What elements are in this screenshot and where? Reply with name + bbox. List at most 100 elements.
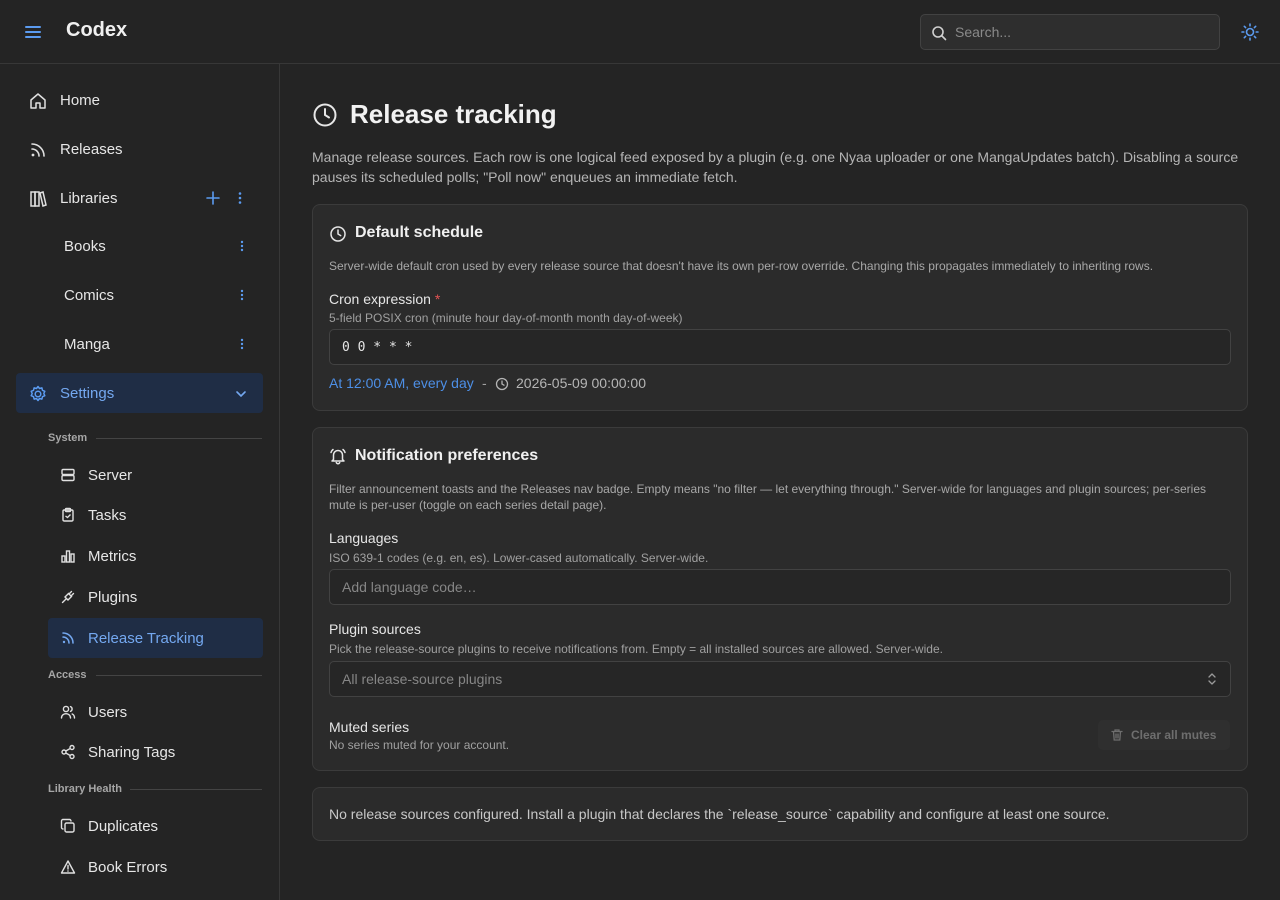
select-placeholder: All release-source plugins — [342, 671, 503, 687]
plugin-sources-label: Plugin sources — [329, 621, 421, 637]
sidebar: Home Releases Libraries Books Comics Man… — [0, 64, 280, 900]
card-title: Default schedule — [355, 224, 484, 241]
cron-input[interactable] — [329, 329, 1231, 365]
settings-item-server[interactable]: Server — [48, 455, 263, 495]
page-description: Manage release sources. Each row is one … — [312, 149, 1239, 185]
copy-icon — [60, 818, 76, 834]
settings-item-tasks[interactable]: Tasks — [48, 495, 263, 535]
settings-item-book-errors[interactable]: Book Errors — [48, 847, 263, 887]
library-item-manga[interactable]: Manga — [48, 324, 263, 364]
gear-icon — [28, 384, 48, 404]
settings-item-metrics[interactable]: Metrics — [48, 536, 263, 576]
library-label: Books — [64, 238, 106, 255]
settings-item-label: Plugins — [88, 589, 138, 606]
settings-item-label: Tasks — [88, 507, 127, 524]
cron-human-readable: At 12:00 AM, every day — [329, 375, 474, 391]
cron-separator: - — [482, 375, 487, 391]
kebab-menu-icon[interactable] — [234, 336, 250, 352]
rss-icon — [60, 630, 76, 646]
sidebar-item-home[interactable]: Home — [16, 80, 263, 120]
menu-icon[interactable] — [22, 21, 44, 43]
plug-icon — [60, 589, 76, 605]
settings-item-label: Server — [88, 467, 133, 484]
settings-item-label: Metrics — [88, 548, 137, 565]
search-input[interactable] — [955, 15, 1215, 49]
settings-item-label: Duplicates — [88, 818, 159, 835]
settings-item-label: Book Errors — [88, 859, 168, 876]
divider — [96, 438, 262, 439]
sidebar-item-label: Home — [60, 92, 101, 109]
library-item-comics[interactable]: Comics — [48, 275, 263, 315]
muted-series-label: Muted series — [329, 719, 410, 735]
settings-item-label: Sharing Tags — [88, 744, 176, 761]
app-title: Codex — [66, 19, 128, 41]
warning-icon — [60, 859, 76, 875]
next-run-time: 2026-05-09 00:00:00 — [516, 375, 646, 391]
sidebar-item-label: Libraries — [60, 190, 118, 207]
sidebar-item-label: Settings — [60, 385, 115, 402]
cron-label: Cron expression * — [329, 291, 441, 307]
trash-icon — [1110, 728, 1124, 742]
kebab-menu-icon[interactable] — [234, 238, 250, 254]
divider — [96, 675, 262, 676]
settings-item-duplicates[interactable]: Duplicates — [48, 806, 263, 846]
library-label: Manga — [64, 336, 110, 353]
settings-item-label: Users — [88, 704, 128, 721]
language-input[interactable] — [329, 569, 1231, 605]
kebab-menu-icon[interactable] — [232, 190, 248, 206]
settings-item-plugins[interactable]: Plugins — [48, 577, 263, 617]
app-header: Codex — [0, 0, 1280, 64]
group-label-library-health: Library Health — [48, 783, 122, 795]
sidebar-item-settings[interactable]: Settings — [16, 373, 263, 413]
books-icon — [28, 189, 48, 209]
cron-help: 5-field POSIX cron (minute hour day-of-m… — [329, 311, 683, 325]
search-box[interactable] — [920, 14, 1220, 50]
divider — [130, 789, 262, 790]
card-description: Filter announcement toasts and the Relea… — [329, 482, 1206, 512]
clock-icon — [329, 225, 347, 243]
clear-all-mutes-button[interactable]: Clear all mutes — [1098, 720, 1230, 750]
bell-icon — [329, 447, 347, 465]
clock-icon — [495, 377, 509, 391]
settings-item-label: Release Tracking — [88, 630, 204, 647]
card-title: Notification preferences — [355, 447, 539, 464]
share-icon — [60, 744, 76, 760]
sun-icon[interactable] — [1240, 22, 1260, 42]
library-label: Comics — [64, 287, 115, 304]
sidebar-item-releases[interactable]: Releases — [16, 129, 263, 169]
group-label-access: Access — [48, 669, 87, 681]
page-title: Release tracking — [350, 99, 557, 129]
release-sources-empty-card: No release sources configured. Install a… — [312, 787, 1248, 841]
plugin-sources-select[interactable]: All release-source plugins — [329, 661, 1231, 697]
settings-item-sharing-tags[interactable]: Sharing Tags — [48, 732, 263, 772]
main-content: Release tracking Manage release sources.… — [280, 64, 1280, 900]
button-label: Clear all mutes — [1131, 728, 1217, 742]
server-icon — [60, 467, 76, 483]
chevron-updown-icon — [1206, 672, 1218, 686]
sidebar-item-label: Releases — [60, 141, 123, 158]
settings-item-release-tracking[interactable]: Release Tracking — [48, 618, 263, 658]
required-mark: * — [434, 291, 441, 307]
card-description: Server-wide default cron used by every r… — [329, 259, 1154, 273]
languages-help: ISO 639-1 codes (e.g. en, es). Lower-cas… — [329, 551, 709, 565]
group-label-system: System — [48, 432, 88, 444]
settings-item-users[interactable]: Users — [48, 692, 263, 732]
default-schedule-card: Default schedule Server-wide default cro… — [312, 204, 1248, 411]
chevron-down-icon — [234, 387, 248, 401]
library-item-books[interactable]: Books — [48, 226, 263, 266]
clipboard-icon — [60, 507, 76, 523]
empty-state-message: No release sources configured. Install a… — [329, 806, 1110, 822]
rss-icon — [28, 140, 48, 160]
search-icon — [931, 25, 947, 41]
home-icon — [28, 91, 48, 111]
plugin-sources-help: Pick the release-source plugins to recei… — [329, 642, 943, 656]
languages-label: Languages — [329, 530, 399, 546]
users-icon — [60, 704, 76, 720]
muted-series-help: No series muted for your account. — [329, 738, 510, 752]
notification-preferences-card: Notification preferences Filter announce… — [312, 427, 1248, 771]
add-library-icon[interactable] — [205, 190, 221, 206]
sidebar-item-libraries[interactable]: Libraries — [16, 178, 263, 218]
clock-icon — [312, 102, 338, 128]
bar-chart-icon — [60, 548, 76, 564]
kebab-menu-icon[interactable] — [234, 287, 250, 303]
